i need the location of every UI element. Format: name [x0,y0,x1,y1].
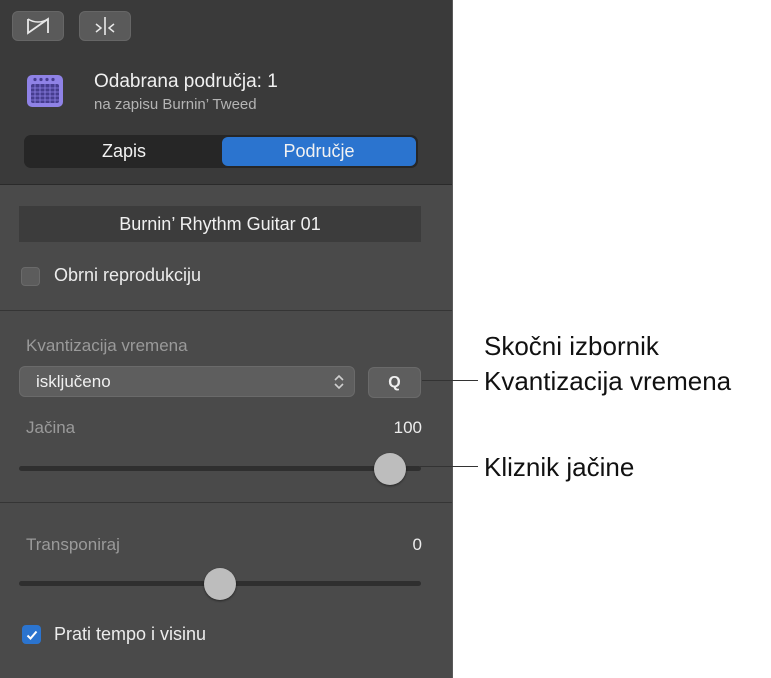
callout-quantize-line2: Kvantizacija vremena [484,366,732,396]
inspector-header: Odabrana područja: 1 na zapisu Burnin’ T… [0,0,452,185]
callout-line-volume [420,466,478,467]
split-button[interactable] [79,11,131,41]
split-icon [95,17,115,35]
volume-label: Jačina [26,418,76,437]
transpose-label: Transponiraj [26,535,120,554]
reverse-checkbox[interactable] [21,267,40,286]
updown-chevron-icon [334,374,344,390]
callout-line-quantize [422,380,478,381]
reverse-label: Obrni reprodukciju [54,265,202,285]
region-name-field[interactable]: Burnin’ Rhythm Guitar 01 [19,206,421,242]
divider [0,502,452,503]
volume-value: 100 [393,418,422,437]
follow-tempo-label: Prati tempo i visinu [54,624,207,644]
amp-icon [27,75,63,107]
quantize-value: isključeno [36,372,111,391]
checkmark-icon [26,630,37,640]
tab-region[interactable]: Područje [222,137,416,166]
quantize-label: Kvantizacija vremena [26,336,188,355]
inspector-panel: Odabrana područja: 1 na zapisu Burnin’ T… [0,0,453,678]
track-region-switch: Zapis Područje [24,135,418,168]
callout-volume: Kliznik jačine [484,452,635,482]
follow-tempo-checkbox[interactable] [22,625,41,644]
bowtie-button[interactable] [12,11,64,41]
transpose-slider[interactable] [19,568,421,600]
volume-slider-knob[interactable] [374,453,406,485]
selection-title: Odabrana područja: 1 [94,71,278,92]
selection-subtitle: na zapisu Burnin’ Tweed [94,96,257,113]
tab-track[interactable]: Zapis [26,137,222,166]
quantize-popup[interactable]: isključeno [19,366,355,397]
divider [0,310,452,311]
transpose-slider-knob[interactable] [204,568,236,600]
callout-quantize-line1: Skočni izbornik [484,331,659,361]
transpose-value: 0 [412,535,422,554]
bowtie-icon [27,17,49,35]
volume-slider[interactable] [19,453,421,485]
quantize-button[interactable]: Q [368,367,421,398]
